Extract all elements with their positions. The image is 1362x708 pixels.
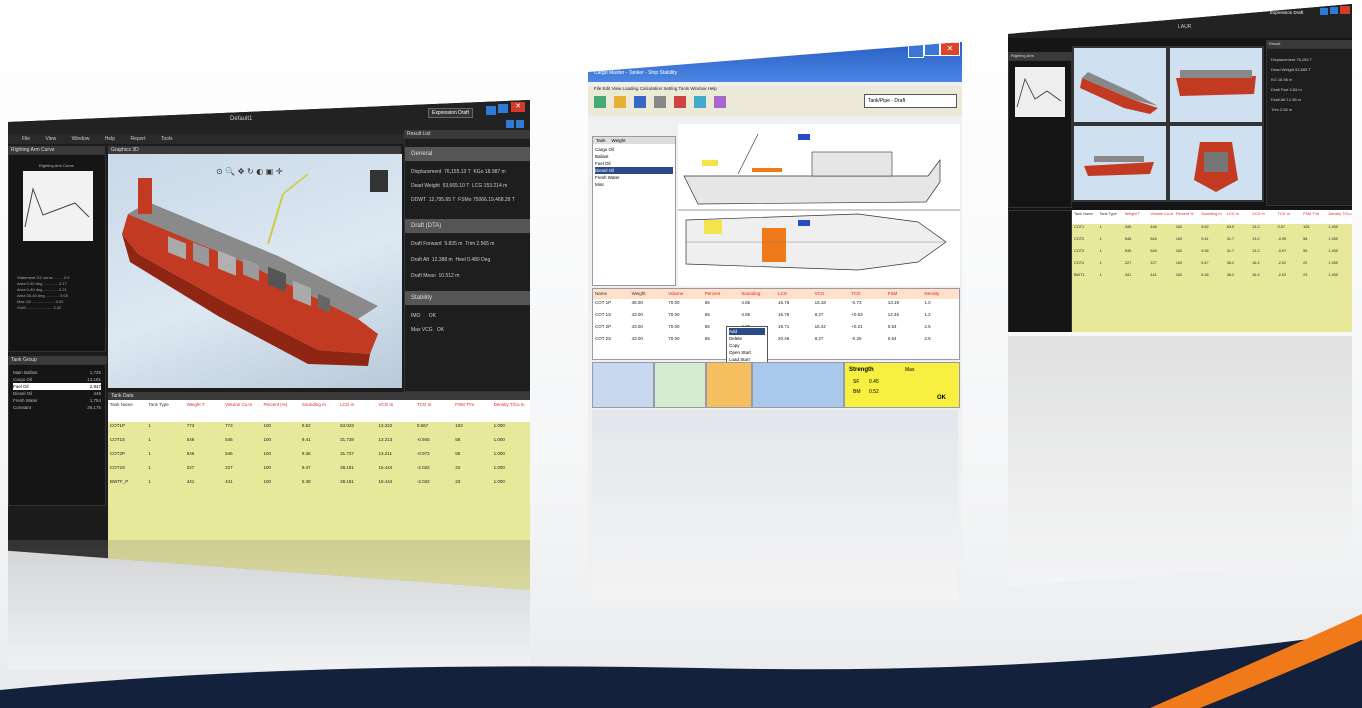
marketing-scene: Default1 Expression Draft ✕ File View Wi… [0,0,1362,708]
decorative-swoosh [0,614,1362,708]
